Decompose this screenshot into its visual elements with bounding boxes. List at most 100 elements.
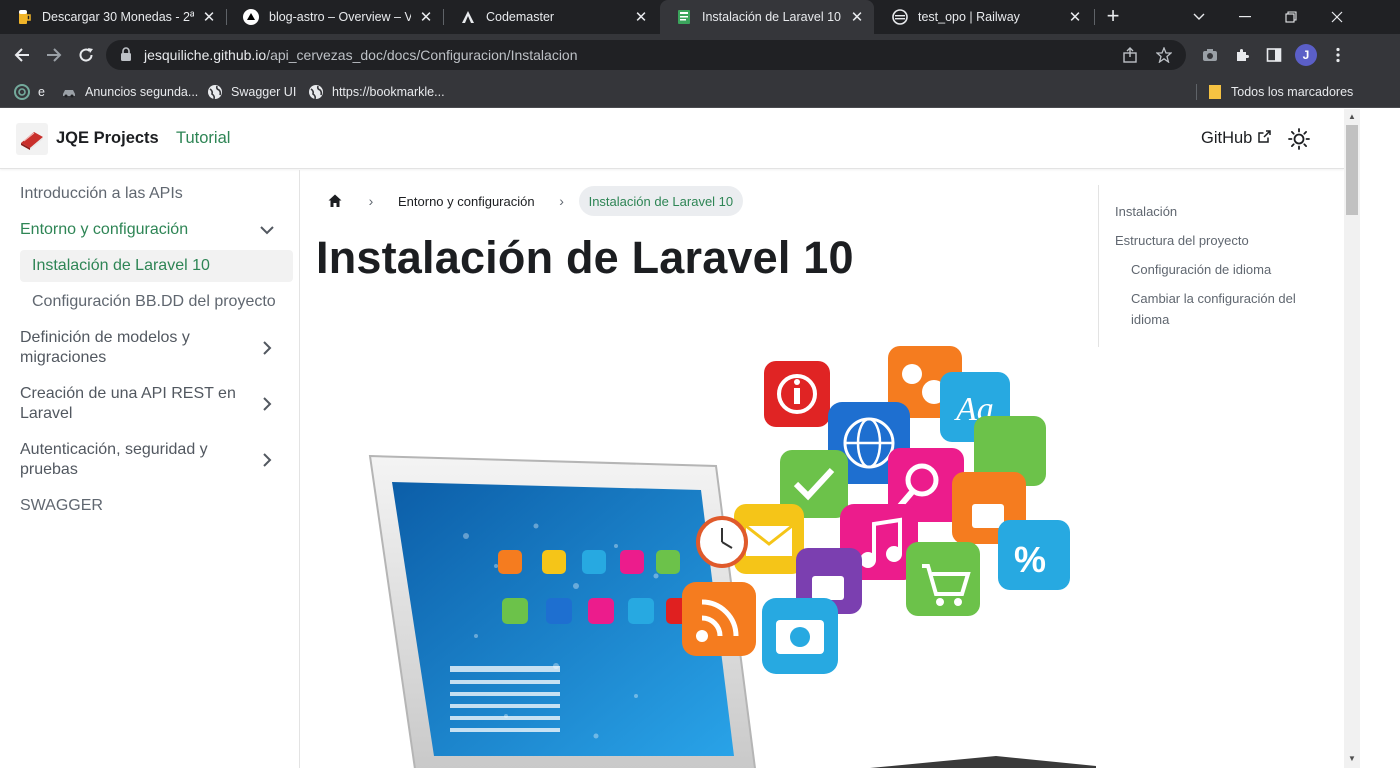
doc-main: › Entorno y configuración › Instalación … — [316, 170, 1096, 768]
site-brand[interactable]: JQE Projects — [56, 129, 159, 148]
browser-tab[interactable]: Descargar 30 Monedas - 2ª ✕ — [0, 0, 226, 34]
table-of-contents: Instalación Estructura del proyecto Conf… — [1098, 185, 1328, 347]
tab-search-chevron-icon[interactable] — [1176, 0, 1222, 34]
site-logo-icon[interactable] — [16, 123, 48, 155]
bookmarks-divider — [1196, 84, 1197, 100]
sidebar-category-autenticacion[interactable]: Autenticación, seguridad y pruebas — [20, 440, 285, 480]
site-navbar: JQE Projects Tutorial GitHub — [0, 109, 1344, 169]
chevron-right-icon: › — [559, 193, 564, 209]
restore-window-icon[interactable] — [1268, 0, 1314, 34]
theme-toggle-sun-icon[interactable] — [1286, 126, 1312, 152]
address-bar[interactable]: jesquiliche.github.io/api_cervezas_doc/d… — [106, 40, 1186, 70]
tab-title: Codemaster — [486, 10, 555, 24]
bookmark-item[interactable]: Swagger UI — [207, 76, 296, 107]
globe-icon — [308, 84, 324, 100]
extensions-puzzle-icon[interactable] — [1228, 41, 1256, 69]
bookmark-item[interactable]: https://bookmarkle... — [308, 76, 445, 107]
bookmark-label: e — [38, 84, 45, 99]
hero-image: Aa % — [356, 336, 1096, 768]
sidebar-category-label: Entorno y configuración — [20, 221, 189, 238]
github-link[interactable]: GitHub — [1201, 129, 1272, 148]
share-icon[interactable] — [1120, 45, 1140, 65]
url-host: jesquiliche.github.io — [144, 47, 267, 63]
car-icon — [61, 84, 77, 100]
forward-arrow-icon[interactable] — [40, 41, 68, 69]
chevron-right-icon[interactable] — [257, 450, 277, 470]
tab-title: test_opo | Railway — [918, 10, 1020, 24]
sidebar-category-entorno[interactable]: Entorno y configuración — [20, 220, 285, 240]
sidebar-item-configuracion-bbdd[interactable]: Configuración BB.DD del proyecto — [20, 286, 293, 318]
railway-favicon-icon — [892, 9, 908, 25]
chevron-right-icon[interactable] — [257, 338, 277, 358]
breadcrumb: › Entorno y configuración › Instalación … — [316, 186, 744, 216]
sidebar-category-label: Autenticación, seguridad y pruebas — [20, 441, 208, 478]
browser-menu-icon[interactable] — [1324, 41, 1352, 69]
chevron-down-icon[interactable] — [257, 220, 277, 240]
svg-text:%: % — [1014, 539, 1046, 580]
page-scrollbar[interactable]: ▲ ▼ — [1344, 109, 1360, 768]
bookmark-star-icon[interactable] — [1154, 45, 1174, 65]
minimize-window-icon[interactable] — [1222, 0, 1268, 34]
bookmarks-bar: e Anuncios segunda... Swagger UI https:/… — [0, 76, 1400, 108]
back-arrow-icon[interactable] — [8, 41, 36, 69]
docs-sidebar: Introducción a las APIs Entorno y config… — [0, 170, 300, 768]
sidebar-item-instalacion-laravel[interactable]: Instalación de Laravel 10 — [20, 250, 293, 282]
browser-tab[interactable]: test_opo | Railway ✕ — [876, 0, 1092, 34]
profile-avatar[interactable]: J — [1292, 41, 1320, 69]
browser-toolbar: jesquiliche.github.io/api_cervezas_doc/d… — [0, 34, 1400, 76]
bookmark-item[interactable]: e — [14, 76, 45, 107]
toc-link-estructura[interactable]: Estructura del proyecto — [1115, 230, 1249, 251]
folder-icon — [1207, 84, 1223, 100]
chatgpt-icon — [14, 83, 30, 100]
nav-link-tutorial[interactable]: Tutorial — [176, 129, 230, 148]
url-path: /api_cervezas_doc/docs/Configuracion/Ins… — [266, 47, 578, 63]
laptop-app-icons-illustration: Aa % — [368, 346, 1096, 768]
close-tab-icon[interactable]: ✕ — [632, 8, 650, 26]
tab-title: blog-astro – Overview – Ver — [269, 10, 411, 24]
bookmark-item[interactable]: Anuncios segunda... — [61, 76, 198, 107]
sidebar-item-introduccion[interactable]: Introducción a las APIs — [20, 184, 285, 204]
close-tab-icon[interactable]: ✕ — [200, 8, 218, 26]
close-tab-icon[interactable]: ✕ — [848, 8, 866, 26]
side-panel-icon[interactable] — [1260, 41, 1288, 69]
home-icon[interactable] — [316, 186, 354, 216]
toc-link-cambiar-idioma[interactable]: Cambiar la configuración del idioma — [1131, 288, 1311, 330]
browser-tab-active[interactable]: Instalación de Laravel 10 | A ✕ — [660, 0, 874, 34]
book-favicon-icon — [676, 9, 692, 25]
tab-title: Descargar 30 Monedas - 2ª — [42, 10, 194, 24]
close-tab-icon[interactable]: ✕ — [1066, 8, 1084, 26]
bookmark-label: Anuncios segunda... — [85, 84, 199, 99]
codemaster-favicon-icon — [460, 9, 476, 25]
toc-link-instalacion[interactable]: Instalación — [1115, 201, 1177, 222]
toc-link-configuracion-idioma[interactable]: Configuración de idioma — [1131, 259, 1271, 280]
breadcrumb-item-current: Instalación de Laravel 10 — [578, 186, 744, 216]
all-bookmarks-folder[interactable]: Todos los marcadores — [1207, 76, 1353, 107]
browser-tab[interactable]: Codemaster ✕ — [444, 0, 658, 34]
tab-title: Instalación de Laravel 10 | A — [702, 10, 842, 24]
sidebar-category-modelos[interactable]: Definición de modelos y migraciones — [20, 328, 285, 368]
external-link-icon — [1258, 129, 1272, 148]
chevron-right-icon[interactable] — [257, 394, 277, 414]
browser-tab[interactable]: blog-astro – Overview – Ver ✕ — [227, 0, 443, 34]
close-window-icon[interactable] — [1314, 0, 1360, 34]
scroll-down-icon[interactable]: ▼ — [1348, 755, 1356, 763]
sidebar-category-api-rest[interactable]: Creación de una API REST en Laravel — [20, 384, 285, 424]
globe-icon — [207, 84, 223, 100]
chevron-right-icon: › — [368, 193, 374, 209]
sidebar-item-swagger[interactable]: SWAGGER — [20, 496, 285, 516]
scrollbar-thumb[interactable] — [1346, 125, 1358, 215]
reload-icon[interactable] — [72, 41, 100, 69]
new-tab-button[interactable]: + — [1101, 5, 1125, 29]
sidebar-category-label: Creación de una API REST en Laravel — [20, 385, 236, 422]
page-content: JQE Projects Tutorial GitHub Introducció… — [0, 109, 1344, 768]
breadcrumb-item[interactable]: Entorno y configuración — [388, 186, 545, 216]
camera-extension-icon[interactable] — [1196, 41, 1224, 69]
browser-tabstrip: Descargar 30 Monedas - 2ª ✕ blog-astro –… — [0, 0, 1400, 34]
lock-icon — [120, 46, 136, 64]
bookmark-label: https://bookmarkle... — [332, 84, 445, 99]
sidebar-category-label: Definición de modelos y migraciones — [20, 329, 190, 366]
github-label: GitHub — [1201, 129, 1253, 147]
scroll-up-icon[interactable]: ▲ — [1348, 113, 1356, 121]
profile-initial: J — [1295, 44, 1317, 66]
close-tab-icon[interactable]: ✕ — [417, 8, 435, 26]
